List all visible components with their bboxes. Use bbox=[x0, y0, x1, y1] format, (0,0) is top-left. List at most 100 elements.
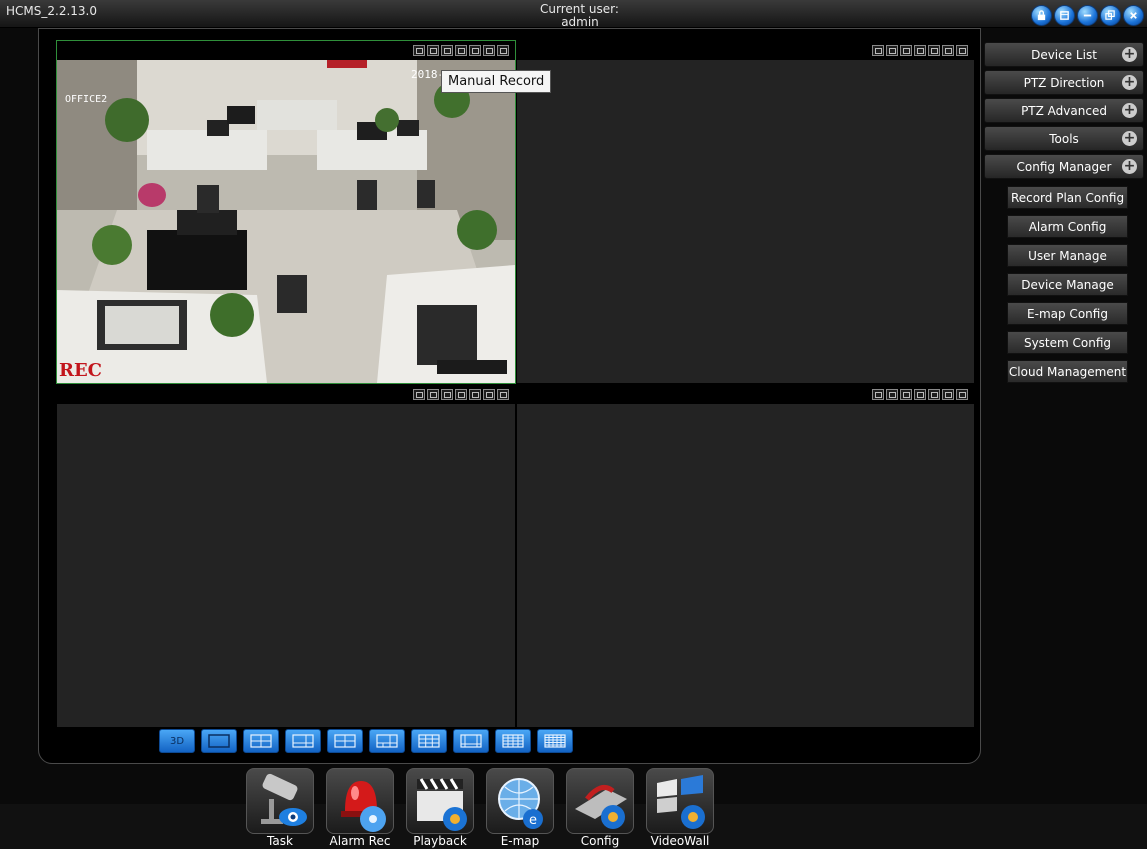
camera-feed: OFFICE2 2018- REC bbox=[57, 60, 515, 383]
record-icon[interactable] bbox=[900, 45, 912, 56]
emap-config-button[interactable]: E-map Config bbox=[1007, 302, 1128, 325]
alarm-siren-icon bbox=[326, 768, 394, 834]
talk-icon[interactable] bbox=[914, 45, 926, 56]
zoom-icon[interactable] bbox=[469, 389, 481, 400]
video-cell-2[interactable] bbox=[517, 41, 974, 383]
dock-task[interactable]: Task bbox=[246, 768, 314, 848]
cell-toolbar bbox=[57, 41, 515, 60]
record-plan-config-button[interactable]: Record Plan Config bbox=[1007, 186, 1128, 209]
expand-icon[interactable]: + bbox=[1122, 131, 1137, 146]
menu-label: Config Manager bbox=[1016, 159, 1112, 174]
menu-label: PTZ Direction bbox=[1023, 75, 1105, 90]
audio-icon[interactable] bbox=[483, 389, 495, 400]
capture-icon[interactable] bbox=[413, 389, 425, 400]
capture-icon[interactable] bbox=[872, 389, 884, 400]
split-icon[interactable] bbox=[427, 45, 439, 56]
menu-label: Device List bbox=[1031, 47, 1097, 62]
empty-feed bbox=[517, 60, 974, 383]
zoom-icon[interactable] bbox=[469, 45, 481, 56]
video-frame: OFFICE2 2018- REC 3D bbox=[38, 28, 981, 764]
audio-icon[interactable] bbox=[942, 389, 954, 400]
layout-1plus3-button[interactable] bbox=[285, 729, 321, 753]
split-icon[interactable] bbox=[427, 389, 439, 400]
empty-feed bbox=[57, 404, 515, 727]
close-icon[interactable] bbox=[497, 45, 509, 56]
rec-indicator: REC bbox=[59, 360, 103, 381]
menu-config-manager[interactable]: Config Manager + bbox=[984, 154, 1144, 179]
menu-label: PTZ Advanced bbox=[1021, 103, 1107, 118]
dock-videowall[interactable]: VideoWall bbox=[646, 768, 714, 848]
capture-icon[interactable] bbox=[872, 45, 884, 56]
cell-toolbar bbox=[57, 385, 515, 404]
record-icon[interactable] bbox=[441, 389, 453, 400]
video-grid: OFFICE2 2018- REC bbox=[56, 40, 974, 727]
dock-label: Alarm Rec bbox=[329, 834, 391, 848]
dock-label: VideoWall bbox=[650, 834, 710, 848]
dock-alarm-rec[interactable]: Alarm Rec bbox=[326, 768, 394, 848]
device-manage-button[interactable]: Device Manage bbox=[1007, 273, 1128, 296]
layout-3x3-button[interactable] bbox=[411, 729, 447, 753]
close-icon[interactable] bbox=[1123, 5, 1144, 26]
config-gear-icon bbox=[566, 768, 634, 834]
layout-4x4-button[interactable] bbox=[495, 729, 531, 753]
record-icon[interactable] bbox=[441, 45, 453, 56]
layout-2x2-wide-button[interactable] bbox=[327, 729, 363, 753]
layout-1x1-button[interactable] bbox=[201, 729, 237, 753]
cell-toolbar bbox=[517, 41, 974, 60]
split-icon[interactable] bbox=[886, 45, 898, 56]
system-config-button[interactable]: System Config bbox=[1007, 331, 1128, 354]
audio-icon[interactable] bbox=[942, 45, 954, 56]
zoom-icon[interactable] bbox=[928, 45, 940, 56]
capture-icon[interactable] bbox=[413, 45, 425, 56]
manual-record-tooltip: Manual Record bbox=[441, 70, 552, 93]
video-cell-3[interactable] bbox=[57, 385, 515, 727]
empty-feed bbox=[517, 404, 974, 727]
close-icon[interactable] bbox=[956, 45, 968, 56]
menu-ptz-direction[interactable]: PTZ Direction + bbox=[984, 70, 1144, 95]
close-icon[interactable] bbox=[497, 389, 509, 400]
layout-5x5-button[interactable] bbox=[537, 729, 573, 753]
layout-1plus5-button[interactable] bbox=[369, 729, 405, 753]
globe-map-icon: e bbox=[486, 768, 554, 834]
title-bar: HCMS_2.2.13.0 Current user: admin bbox=[0, 0, 1147, 28]
talk-icon[interactable] bbox=[914, 389, 926, 400]
dock-label: Config bbox=[580, 834, 620, 848]
expand-icon[interactable]: + bbox=[1122, 47, 1137, 62]
layout-1plus7-button[interactable] bbox=[453, 729, 489, 753]
user-manage-button[interactable]: User Manage bbox=[1007, 244, 1128, 267]
current-user: Current user: admin bbox=[540, 3, 650, 28]
menu-ptz-advanced[interactable]: PTZ Advanced + bbox=[984, 98, 1144, 123]
split-icon[interactable] bbox=[886, 389, 898, 400]
layout-3d-button[interactable]: 3D bbox=[159, 729, 195, 753]
expand-icon[interactable]: + bbox=[1122, 103, 1137, 118]
lock-icon[interactable] bbox=[1031, 5, 1052, 26]
clapperboard-icon bbox=[406, 768, 474, 834]
dock-emap[interactable]: e E-map bbox=[486, 768, 554, 848]
audio-icon[interactable] bbox=[483, 45, 495, 56]
osd-datetime: 2018- bbox=[411, 68, 445, 81]
window-controls bbox=[1031, 5, 1144, 26]
layout-2x2-button[interactable] bbox=[243, 729, 279, 753]
alarm-config-button[interactable]: Alarm Config bbox=[1007, 215, 1128, 238]
zoom-icon[interactable] bbox=[928, 389, 940, 400]
record-icon[interactable] bbox=[900, 389, 912, 400]
current-user-name: admin bbox=[561, 15, 599, 29]
talk-icon[interactable] bbox=[455, 45, 467, 56]
talk-icon[interactable] bbox=[455, 389, 467, 400]
expand-icon[interactable]: + bbox=[1122, 75, 1137, 90]
dock-label: E-map bbox=[500, 834, 540, 848]
restore-icon[interactable] bbox=[1054, 5, 1075, 26]
expand-icon[interactable]: + bbox=[1122, 159, 1137, 174]
layout-bar: 3D bbox=[159, 729, 573, 753]
dock-config[interactable]: Config bbox=[566, 768, 634, 848]
menu-tools[interactable]: Tools + bbox=[984, 126, 1144, 151]
minimize-icon[interactable] bbox=[1077, 5, 1098, 26]
video-cell-4[interactable] bbox=[517, 385, 974, 727]
cloud-management-button[interactable]: Cloud Management bbox=[1007, 360, 1128, 383]
close-icon[interactable] bbox=[956, 389, 968, 400]
menu-device-list[interactable]: Device List + bbox=[984, 42, 1144, 67]
maximize-icon[interactable] bbox=[1100, 5, 1121, 26]
dock-playback[interactable]: Playback bbox=[406, 768, 474, 848]
app-title: HCMS_2.2.13.0 bbox=[6, 4, 97, 18]
cell-toolbar bbox=[517, 385, 974, 404]
